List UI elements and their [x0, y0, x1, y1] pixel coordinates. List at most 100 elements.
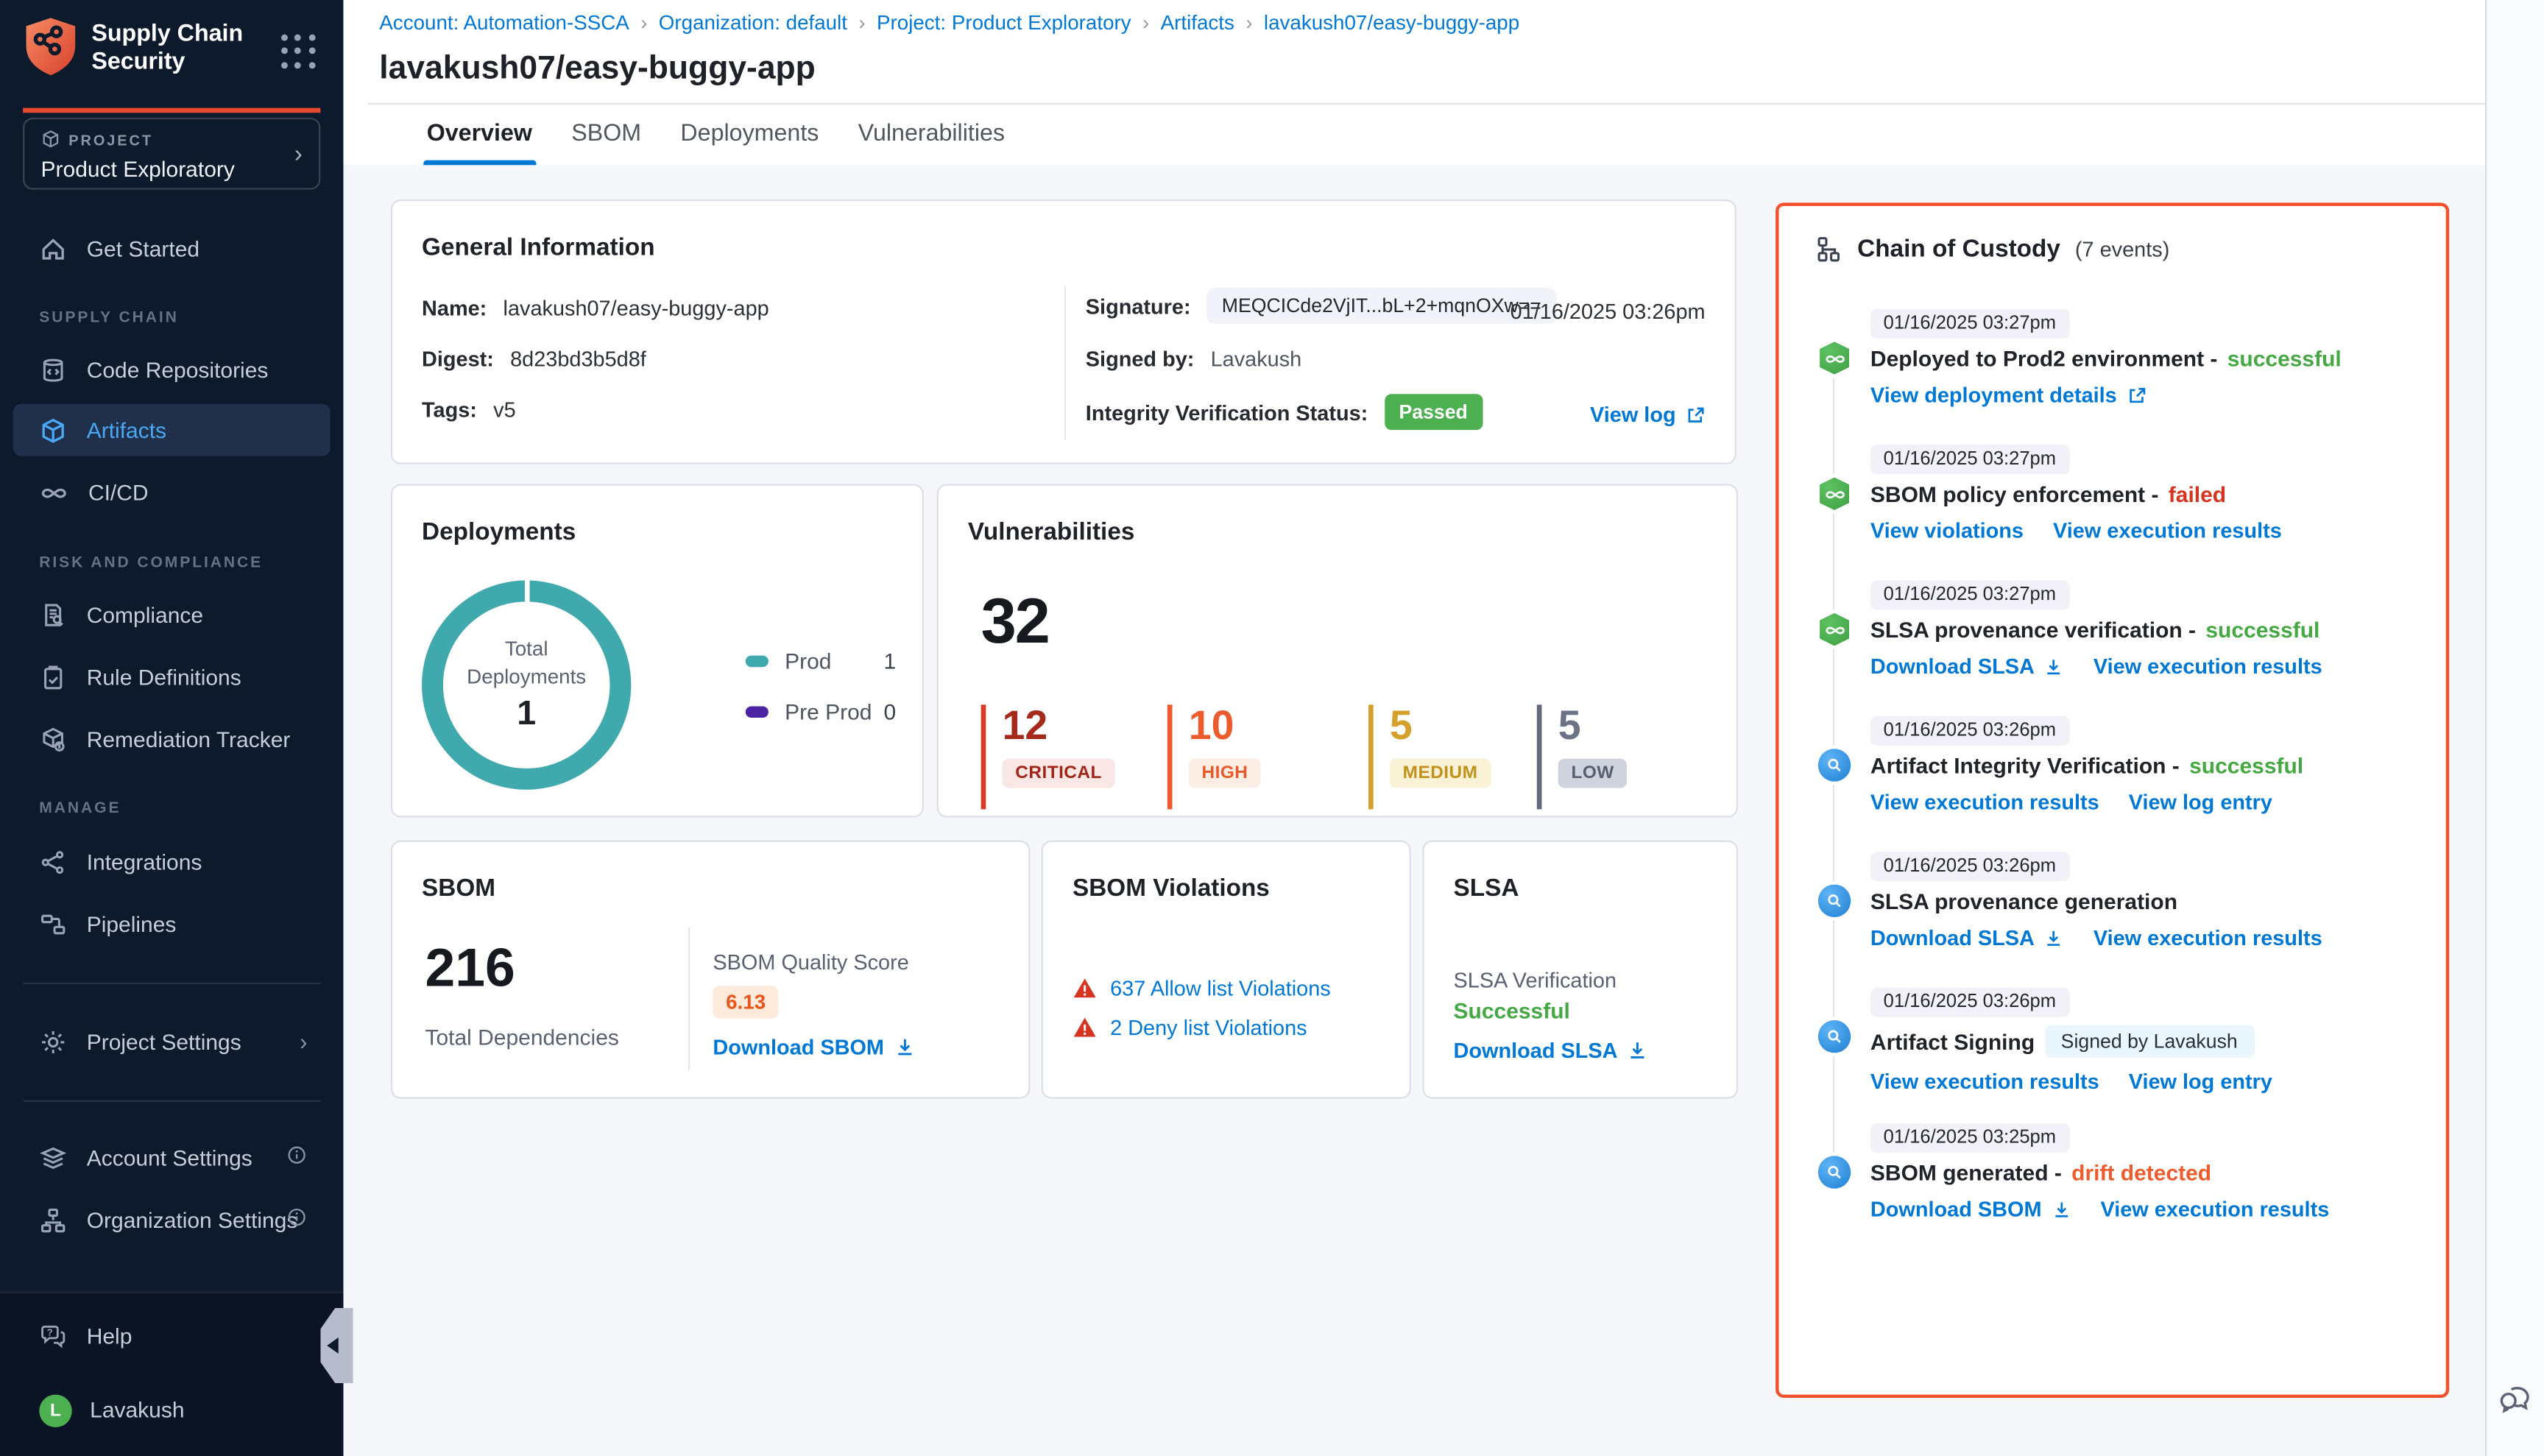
- project-selector[interactable]: PROJECT Product Exploratory ›: [23, 118, 320, 190]
- pipeline-event-icon: [1815, 474, 1854, 513]
- severity-critical: 12 CRITICAL: [981, 704, 1115, 809]
- deny-list-violations-link[interactable]: 2 Deny list Violations: [1110, 1015, 1307, 1039]
- sbom-total-value: 216: [425, 937, 515, 999]
- scan-event-icon: [1815, 881, 1854, 920]
- card-title: SLSA: [1454, 874, 1519, 902]
- view-execution-results-link[interactable]: View execution results: [2094, 654, 2322, 678]
- module-grid-icon[interactable]: [281, 35, 317, 71]
- sidebar-item-get-started[interactable]: Get Started: [13, 222, 331, 275]
- card-title: Vulnerabilities: [968, 518, 1135, 546]
- event-title: Deployed to Prod2 environment -: [1870, 347, 2217, 371]
- cube-icon: [41, 129, 61, 152]
- name-label: Name:: [422, 296, 487, 320]
- view-execution-results-link[interactable]: View execution results: [1870, 790, 2099, 814]
- signed-by-value: Lavakush: [1211, 347, 1302, 371]
- breadcrumb-artifacts[interactable]: Artifacts: [1161, 12, 1234, 35]
- general-information-card: General Information Name: lavakush07/eas…: [391, 199, 1736, 464]
- sidebar-item-account-settings[interactable]: Account Settings: [13, 1131, 331, 1184]
- tab-bar: Overview SBOM Deployments Vulnerabilitie…: [427, 103, 1005, 165]
- external-link-icon: [2127, 385, 2146, 405]
- clipboard-check-icon: [39, 663, 67, 691]
- share-nodes-icon: [39, 848, 67, 876]
- digest-value: 8d23bd3b5d8f: [510, 347, 646, 371]
- download-sbom-link[interactable]: Download SBOM: [713, 1035, 915, 1059]
- org-hierarchy-icon: [39, 1206, 67, 1234]
- signature-timestamp: 01/16/2025 03:26pm: [1510, 299, 1706, 323]
- sidebar-item-organization-settings[interactable]: Organization Settings: [13, 1193, 331, 1245]
- event-timestamp: 01/16/2025 03:27pm: [1870, 580, 2069, 609]
- tab-deployments[interactable]: Deployments: [680, 103, 819, 165]
- download-sbom-link[interactable]: Download SBOM: [1870, 1197, 2071, 1221]
- sidebar-footer: ? Help L Lavakush: [0, 1291, 343, 1456]
- infinity-icon: [39, 478, 68, 506]
- severity-low: 5 LOW: [1537, 704, 1628, 809]
- support-chat-icon[interactable]: [2497, 1378, 2534, 1424]
- breadcrumb-organization[interactable]: Organization: default: [659, 12, 847, 35]
- event-status: successful: [2189, 754, 2303, 778]
- sidebar-item-rule-definitions[interactable]: Rule Definitions: [13, 651, 331, 703]
- event-title: SLSA provenance verification -: [1870, 618, 2196, 643]
- sidebar-item-artifacts[interactable]: Artifacts: [13, 404, 331, 456]
- prod-swatch: [746, 656, 768, 668]
- tab-vulnerabilities[interactable]: Vulnerabilities: [858, 103, 1005, 165]
- breadcrumb: Account: Automation-SSCA › Organization:…: [379, 12, 1519, 35]
- sidebar-item-integrations[interactable]: Integrations: [13, 835, 331, 888]
- view-execution-results-link[interactable]: View execution results: [2053, 518, 2282, 543]
- view-execution-results-link[interactable]: View execution results: [1870, 1070, 2099, 1094]
- event-timestamp: 01/16/2025 03:27pm: [1870, 445, 2069, 474]
- collapse-arrow-icon: [326, 1337, 338, 1354]
- sidebar-item-project-settings[interactable]: Project Settings ›: [13, 1015, 331, 1067]
- view-log-entry-link[interactable]: View log entry: [2129, 1070, 2272, 1094]
- custody-event: 01/16/2025 03:26pm SLSA provenance gener…: [1815, 850, 2420, 961]
- allow-list-violations-link[interactable]: 637 Allow list Violations: [1110, 976, 1331, 1000]
- sidebar-item-compliance[interactable]: Compliance: [13, 589, 331, 641]
- brand-accent-bar: [23, 108, 320, 113]
- document-search-icon: [39, 601, 67, 629]
- breadcrumb-current[interactable]: lavakush07/easy-buggy-app: [1264, 12, 1519, 35]
- tab-sbom[interactable]: SBOM: [571, 103, 641, 165]
- sidebar-item-remediation-tracker[interactable]: Remediation Tracker: [13, 713, 331, 765]
- app-logo-row: Supply Chain Security: [0, 0, 343, 95]
- view-execution-results-link[interactable]: View execution results: [2094, 925, 2322, 950]
- event-status: drift detected: [2071, 1161, 2211, 1185]
- event-timestamp: 01/16/2025 03:26pm: [1870, 852, 2069, 881]
- sbom-card: SBOM 216 Total Dependencies SBOM Quality…: [391, 841, 1030, 1099]
- download-slsa-link[interactable]: Download SLSA: [1870, 925, 2064, 950]
- slsa-card: SLSA SLSA Verification Successful Downlo…: [1422, 841, 1738, 1099]
- signature-value[interactable]: MEQCICde2VjIT...bL+2+mqnOXw==: [1207, 288, 1556, 324]
- event-status: successful: [2227, 347, 2342, 371]
- breadcrumb-project[interactable]: Project: Product Exploratory: [877, 12, 1131, 35]
- view-execution-results-link[interactable]: View execution results: [2100, 1197, 2329, 1221]
- warning-icon: [1073, 976, 1097, 1000]
- user-menu[interactable]: L Lavakush: [39, 1394, 184, 1427]
- breadcrumb-account[interactable]: Account: Automation-SSCA: [379, 12, 629, 35]
- sidebar-item-code-repositories[interactable]: Code Repositories: [13, 343, 331, 395]
- warning-icon: [1073, 1015, 1097, 1039]
- download-slsa-link[interactable]: Download SLSA: [1870, 654, 2064, 678]
- view-deployment-details-link[interactable]: View deployment details: [1870, 383, 2146, 407]
- box-wrench-icon: [39, 725, 67, 753]
- sbom-total-label: Total Dependencies: [425, 1025, 618, 1050]
- sidebar-item-cicd[interactable]: CI/CD: [13, 466, 331, 518]
- info-icon: [286, 1206, 308, 1233]
- tab-overview[interactable]: Overview: [427, 103, 532, 165]
- sbom-quality-score-badge: 6.13: [713, 986, 779, 1018]
- download-icon: [2044, 927, 2064, 947]
- sidebar-item-pipelines[interactable]: Pipelines: [13, 897, 331, 950]
- view-log-link[interactable]: View log: [1590, 402, 1706, 426]
- chain-of-custody-count: (7 events): [2075, 237, 2169, 261]
- chevron-right-icon: ›: [294, 141, 303, 169]
- page-title: lavakush07/easy-buggy-app: [379, 51, 816, 88]
- help-button[interactable]: ? Help: [39, 1322, 132, 1350]
- view-violations-link[interactable]: View violations: [1870, 518, 2024, 543]
- card-title: SBOM: [422, 874, 495, 902]
- download-slsa-link[interactable]: Download SLSA: [1454, 1038, 1649, 1062]
- card-title: Deployments: [422, 518, 576, 546]
- view-log-entry-link[interactable]: View log entry: [2129, 790, 2272, 814]
- chevron-right-icon: ›: [300, 1028, 307, 1055]
- event-timestamp: 01/16/2025 03:25pm: [1870, 1123, 2069, 1153]
- sidebar: Supply Chain Security PROJECT Product Ex…: [0, 0, 343, 1456]
- legend-pre-prod: Pre Prod 0: [746, 700, 896, 724]
- signed-by-label: Signed by:: [1086, 347, 1195, 371]
- custody-event: 01/16/2025 03:25pm SBOM generated - drif…: [1815, 1122, 2420, 1233]
